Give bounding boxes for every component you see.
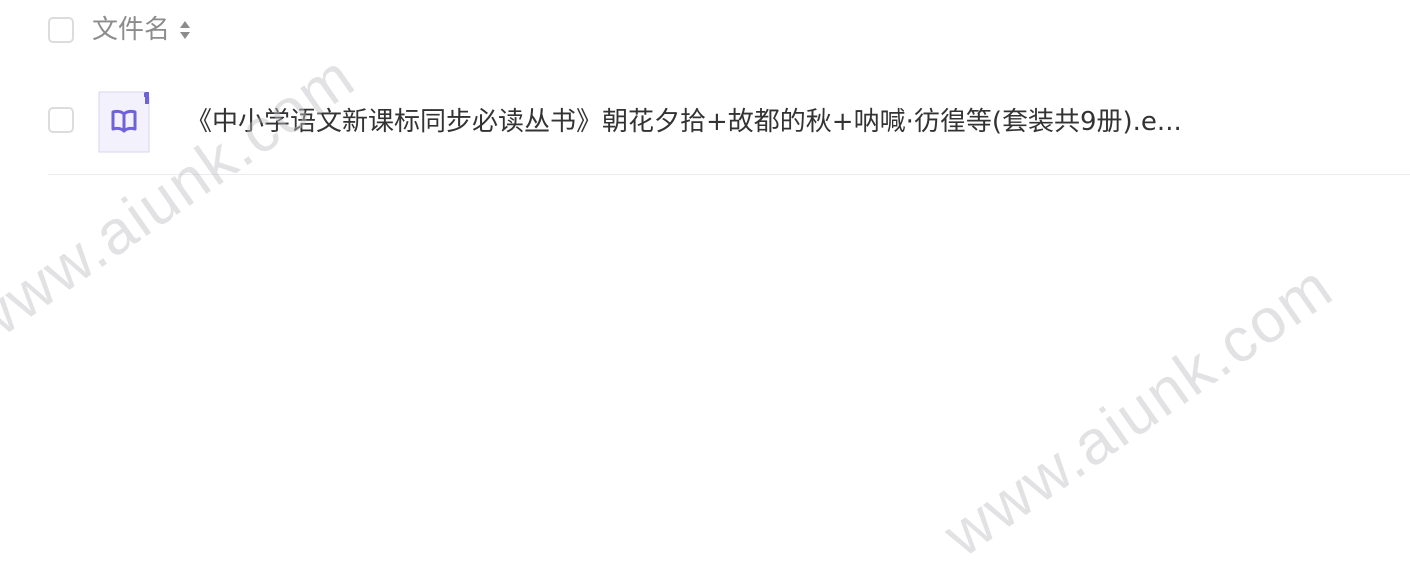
filename-column-label: 文件名 [92, 15, 171, 45]
select-all-checkbox[interactable] [48, 17, 74, 43]
file-row[interactable]: 《中小学语文新课标同步必读丛书》朝花夕拾+故都的秋+呐喊·彷徨等(套装共9册).… [48, 62, 1410, 175]
file-list-page: 文件名 《中小学语文新课标同步必读丛书》朝花夕拾+故都的秋+呐喊·彷徨等(套装共… [0, 0, 1410, 588]
file-list: 文件名 《中小学语文新课标同步必读丛书》朝花夕拾+故都的秋+呐喊·彷徨等(套装共… [48, 0, 1410, 175]
filename-column-header[interactable]: 文件名 [92, 13, 192, 47]
ebook-file-icon [98, 91, 150, 153]
file-row-checkbox[interactable] [48, 107, 74, 133]
sort-icon[interactable] [178, 17, 192, 43]
file-list-header: 文件名 [48, 0, 1410, 62]
watermark: www.aiunk.com [931, 251, 1346, 571]
file-name[interactable]: 《中小学语文新课标同步必读丛书》朝花夕拾+故都的秋+呐喊·彷徨等(套装共9册).… [186, 102, 1246, 142]
